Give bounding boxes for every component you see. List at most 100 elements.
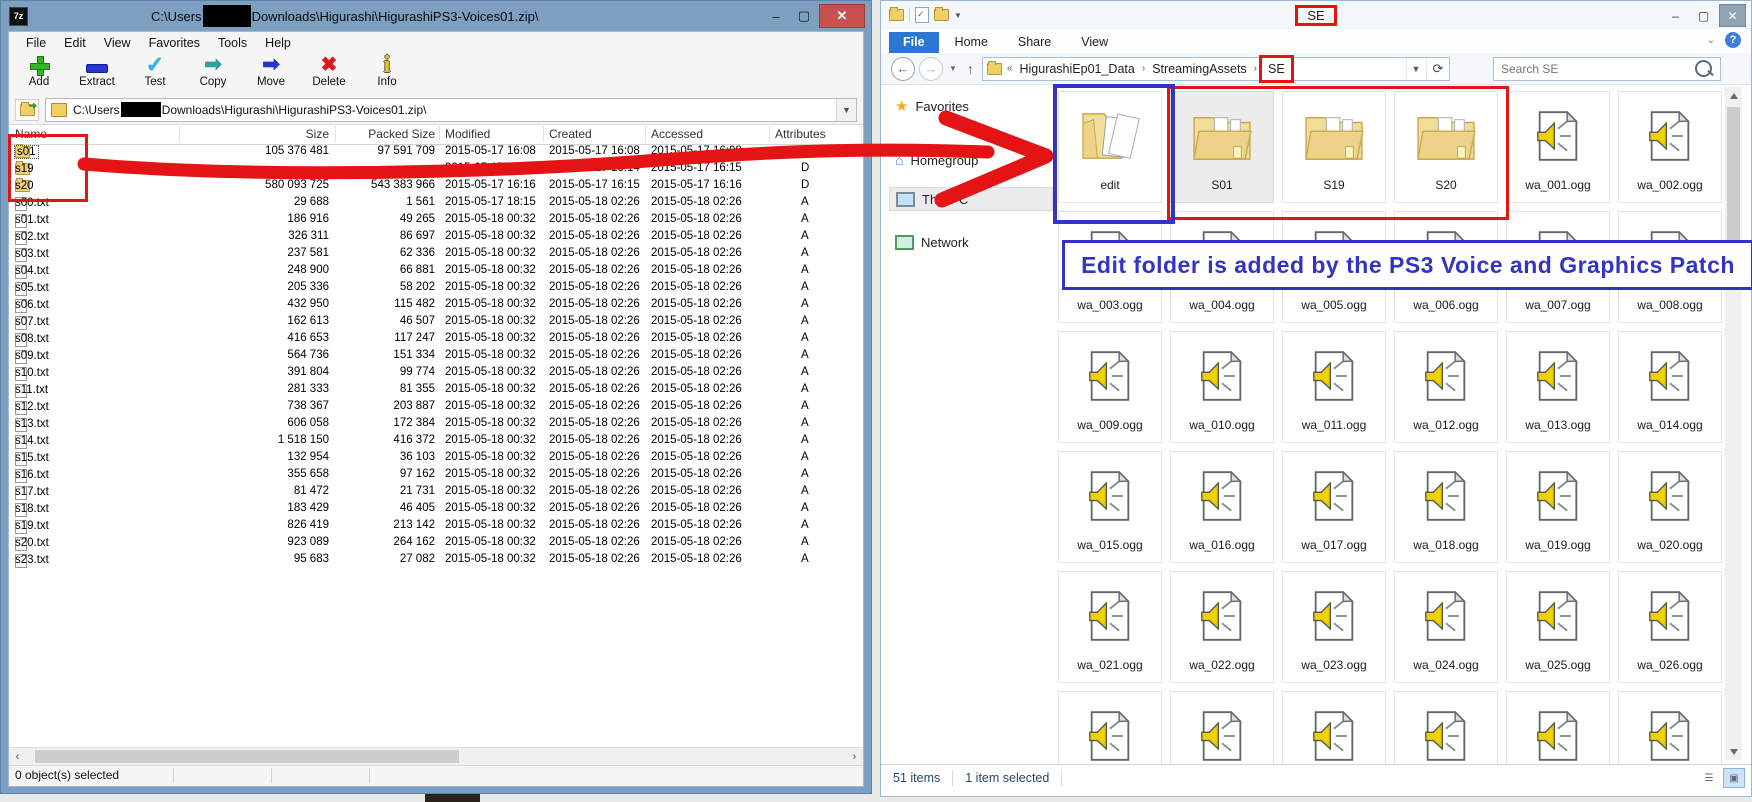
- table-row[interactable]: s14.txt1 518 150416 3722015-05-18 00:322…: [9, 433, 863, 450]
- table-row[interactable]: s20.txt923 089264 1622015-05-18 00:32201…: [9, 535, 863, 552]
- breadcrumb-item-se[interactable]: SE: [1262, 58, 1291, 80]
- copy-button[interactable]: ➡Copy: [193, 53, 233, 88]
- table-row[interactable]: s13.txt606 058172 3842015-05-18 00:32201…: [9, 416, 863, 433]
- new-folder-icon[interactable]: [934, 9, 949, 21]
- file-tile[interactable]: [1058, 691, 1162, 766]
- table-row[interactable]: s07.txt162 61346 5072015-05-18 00:322015…: [9, 314, 863, 331]
- table-row[interactable]: s17.txt81 47221 7312015-05-18 00:322015-…: [9, 484, 863, 501]
- maximize-button[interactable]: ▢: [1691, 5, 1716, 26]
- close-button[interactable]: ✕: [819, 4, 865, 28]
- breadcrumb-chevron-icon[interactable]: ›: [1249, 63, 1262, 74]
- explorer-titlebar[interactable]: ▼ SE – ▢ ✕: [881, 1, 1751, 29]
- file-tile-wa_017.ogg[interactable]: wa_017.ogg: [1282, 451, 1386, 563]
- file-tile[interactable]: [1618, 691, 1722, 766]
- breadcrumb-chevron-icon[interactable]: ›: [1137, 63, 1150, 74]
- column-divider[interactable]: [439, 126, 440, 142]
- minimize-button[interactable]: –: [763, 5, 789, 27]
- file-tile-wa_020.ogg[interactable]: wa_020.ogg: [1618, 451, 1722, 563]
- thumbnail-view-toggle-icon[interactable]: ▣: [1723, 768, 1745, 788]
- horizontal-scrollbar[interactable]: ‹ ›: [9, 747, 863, 766]
- column-header-packed-size[interactable]: Packed Size: [339, 127, 435, 141]
- table-row[interactable]: s02.txt326 31186 6972015-05-18 00:322015…: [9, 229, 863, 246]
- delete-button[interactable]: ✖Delete: [309, 53, 349, 88]
- minimize-button[interactable]: –: [1663, 5, 1688, 26]
- table-row[interactable]: s09.txt564 736151 3342015-05-18 00:32201…: [9, 348, 863, 365]
- sidebar-item-homegroup[interactable]: ⌂Homegroup: [889, 149, 1051, 171]
- file-tile[interactable]: [1394, 691, 1498, 766]
- file-tile-wa_023.ogg[interactable]: wa_023.ogg: [1282, 571, 1386, 683]
- folder-tile-S20[interactable]: S20: [1394, 91, 1498, 203]
- table-row[interactable]: s03.txt237 58162 3362015-05-18 00:322015…: [9, 246, 863, 263]
- tab-file[interactable]: File: [889, 32, 939, 53]
- file-tile-wa_022.ogg[interactable]: wa_022.ogg: [1170, 571, 1274, 683]
- sidebar-item-this-pc[interactable]: This PC: [889, 187, 1053, 211]
- add-button[interactable]: Add: [19, 53, 59, 88]
- file-tile-wa_006.ogg[interactable]: wa_006.ogg: [1394, 211, 1498, 323]
- table-row[interactable]: s20580 093 725543 383 9662015-05-17 16:1…: [9, 178, 863, 195]
- column-header-created[interactable]: Created: [549, 127, 592, 141]
- table-row[interactable]: s12.txt738 367203 8872015-05-18 00:32201…: [9, 399, 863, 416]
- file-tile-wa_004.ogg[interactable]: wa_004.ogg: [1170, 211, 1274, 323]
- file-tile-wa_024.ogg[interactable]: wa_024.ogg: [1394, 571, 1498, 683]
- menu-tools[interactable]: Tools: [209, 34, 256, 52]
- column-header-size[interactable]: Size: [185, 127, 329, 141]
- menu-favorites[interactable]: Favorites: [140, 34, 209, 52]
- folder-tile-S19[interactable]: S19: [1282, 91, 1386, 203]
- scroll-left-arrow[interactable]: ‹: [9, 748, 26, 765]
- chevron-down-icon[interactable]: ▼: [954, 11, 962, 20]
- expand-ribbon-icon[interactable]: ⌄: [1707, 35, 1715, 46]
- breadcrumb-item-streamingassets[interactable]: StreamingAssets: [1150, 61, 1248, 77]
- column-divider[interactable]: [861, 126, 862, 142]
- file-tile-wa_019.ogg[interactable]: wa_019.ogg: [1506, 451, 1610, 563]
- sidebar-item-network[interactable]: Network: [889, 231, 1051, 253]
- scroll-down-arrow[interactable]: [1725, 743, 1742, 760]
- search-box[interactable]: [1493, 57, 1721, 81]
- file-tile-wa_009.ogg[interactable]: wa_009.ogg: [1058, 331, 1162, 443]
- breadcrumb-root[interactable]: «: [1002, 63, 1018, 74]
- folder-tile-S01[interactable]: S01: [1170, 91, 1274, 203]
- folder-icon[interactable]: [889, 9, 904, 21]
- file-tile-wa_014.ogg[interactable]: wa_014.ogg: [1618, 331, 1722, 443]
- menu-file[interactable]: File: [17, 34, 55, 52]
- table-row[interactable]: s01.txt186 91649 2652015-05-18 00:322015…: [9, 212, 863, 229]
- file-tile[interactable]: [1506, 691, 1610, 766]
- scroll-up-arrow[interactable]: [1725, 87, 1742, 104]
- sidebar-item-favorites[interactable]: ★Favorites: [889, 95, 1051, 117]
- scrollbar-thumb[interactable]: [1727, 107, 1740, 257]
- column-divider[interactable]: [335, 126, 336, 142]
- tab-view[interactable]: View: [1067, 32, 1122, 53]
- table-row[interactable]: s01105 376 48197 591 7092015-05-17 16:08…: [9, 144, 863, 161]
- column-divider[interactable]: [543, 126, 544, 142]
- folder-tile-edit[interactable]: edit: [1058, 91, 1162, 203]
- file-tile-wa_013.ogg[interactable]: wa_013.ogg: [1506, 331, 1610, 443]
- back-button[interactable]: ←: [891, 57, 915, 81]
- tab-share[interactable]: Share: [1004, 32, 1065, 53]
- properties-icon[interactable]: [915, 7, 929, 23]
- refresh-icon[interactable]: ⟳: [1426, 58, 1449, 80]
- table-row[interactable]: s06.txt432 950115 4822015-05-18 00:32201…: [9, 297, 863, 314]
- file-tile-wa_005.ogg[interactable]: wa_005.ogg: [1282, 211, 1386, 323]
- breadcrumb-bar[interactable]: « HigurashiEp01_Data›StreamingAssets›SE …: [982, 57, 1450, 81]
- file-tile-wa_007.ogg[interactable]: wa_007.ogg: [1506, 211, 1610, 323]
- file-tile-wa_026.ogg[interactable]: wa_026.ogg: [1618, 571, 1722, 683]
- test-button[interactable]: ✓Test: [135, 53, 175, 88]
- table-row[interactable]: s00.txt29 6881 5612015-05-17 18:152015-0…: [9, 195, 863, 212]
- table-row[interactable]: s19.txt826 419213 1422015-05-18 00:32201…: [9, 518, 863, 535]
- scrollbar-thumb[interactable]: [35, 750, 459, 763]
- extract-button[interactable]: Extract: [77, 53, 117, 88]
- menu-edit[interactable]: Edit: [55, 34, 95, 52]
- table-row[interactable]: s192015-05-17 16:152015-05-17 16:142015-…: [9, 161, 863, 178]
- file-tile-wa_001.ogg[interactable]: wa_001.ogg: [1506, 91, 1610, 203]
- table-row[interactable]: s05.txt205 33658 2022015-05-18 00:322015…: [9, 280, 863, 297]
- table-row[interactable]: s04.txt248 90066 8812015-05-18 00:322015…: [9, 263, 863, 280]
- forward-button[interactable]: →: [919, 57, 943, 81]
- search-icon[interactable]: [1695, 60, 1712, 77]
- file-tile-wa_025.ogg[interactable]: wa_025.ogg: [1506, 571, 1610, 683]
- file-tile[interactable]: [1170, 691, 1274, 766]
- recent-locations-icon[interactable]: ▼: [947, 64, 959, 73]
- maximize-button[interactable]: ▢: [791, 5, 817, 27]
- table-row[interactable]: s10.txt391 80499 7742015-05-18 00:322015…: [9, 365, 863, 382]
- file-tile-wa_011.ogg[interactable]: wa_011.ogg: [1282, 331, 1386, 443]
- table-row[interactable]: s16.txt355 65897 1622015-05-18 00:322015…: [9, 467, 863, 484]
- column-divider[interactable]: [645, 126, 646, 142]
